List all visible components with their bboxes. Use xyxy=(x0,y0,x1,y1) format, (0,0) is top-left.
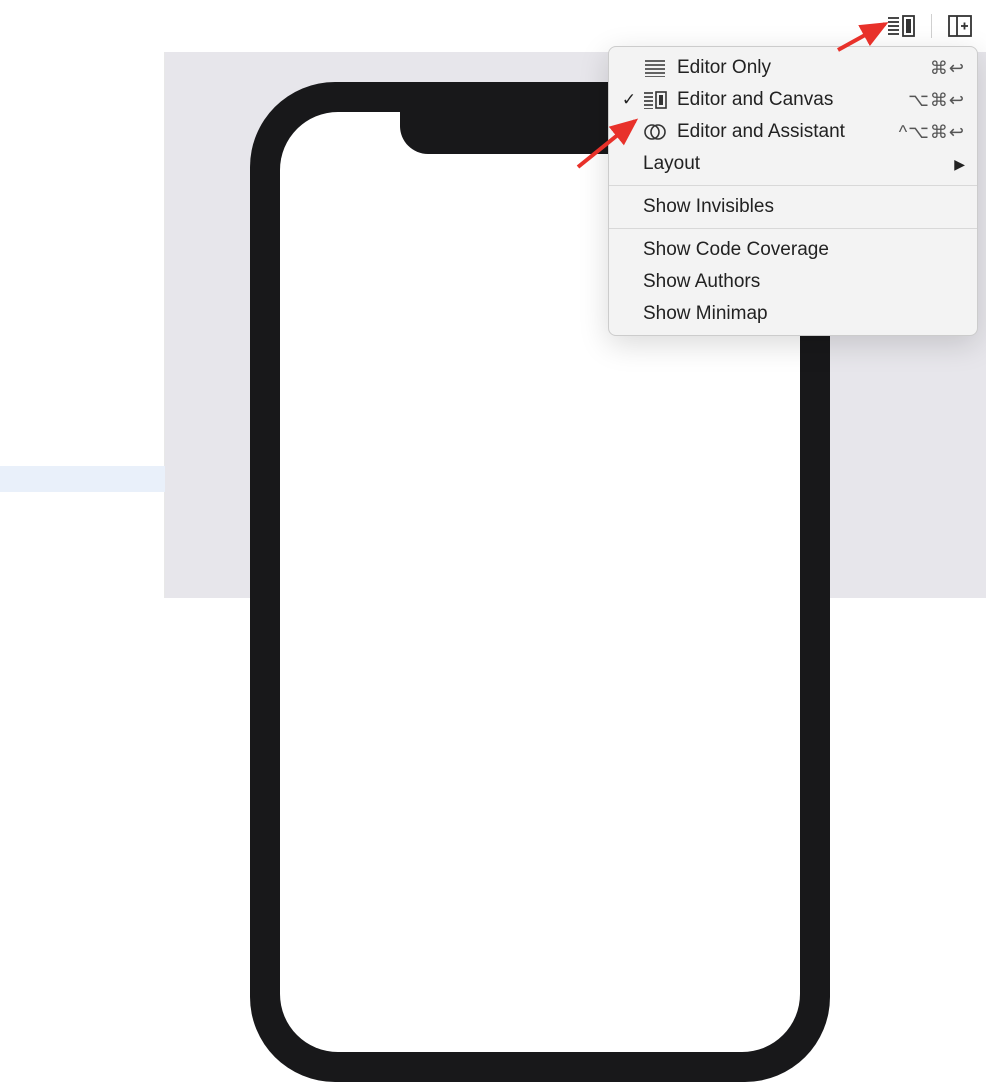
editor-canvas-icon xyxy=(639,91,671,109)
left-panel xyxy=(0,52,165,598)
editor-canvas-icon xyxy=(887,15,915,37)
toolbar-divider xyxy=(931,14,932,38)
menu-item-editor-only[interactable]: Editor Only ⌘↩ xyxy=(609,52,977,84)
menu-item-show-authors[interactable]: Show Authors xyxy=(609,266,977,298)
editor-options-menu: Editor Only ⌘↩ ✓ Editor and Canvas ⌥⌘↩ xyxy=(608,46,978,336)
lines-icon xyxy=(639,59,671,77)
menu-label: Editor and Canvas xyxy=(671,89,908,111)
menu-item-editor-and-canvas[interactable]: ✓ Editor and Canvas ⌥⌘↩ xyxy=(609,84,977,116)
menu-label: Editor and Assistant xyxy=(671,121,899,143)
menu-label: Layout xyxy=(643,153,948,175)
menu-separator xyxy=(609,185,977,186)
menu-label: Show Minimap xyxy=(639,303,965,325)
editor-toolbar xyxy=(883,0,986,52)
add-editor-button[interactable] xyxy=(944,11,976,41)
menu-item-layout[interactable]: Layout ▶ xyxy=(609,148,977,180)
menu-label: Editor Only xyxy=(671,57,930,79)
left-panel-selected-row[interactable] xyxy=(0,466,165,492)
menu-item-show-minimap[interactable]: Show Minimap xyxy=(609,298,977,330)
menu-label: Show Code Coverage xyxy=(639,239,965,261)
menu-item-show-invisibles[interactable]: Show Invisibles xyxy=(609,191,977,223)
submenu-arrow-icon: ▶ xyxy=(948,156,965,173)
menu-label: Show Invisibles xyxy=(639,196,965,218)
add-editor-icon xyxy=(948,15,972,37)
menu-item-editor-and-assistant[interactable]: Editor and Assistant ^⌥⌘↩ xyxy=(609,116,977,148)
menu-shortcut: ^⌥⌘↩ xyxy=(899,122,965,143)
menu-shortcut: ⌥⌘↩ xyxy=(908,90,965,111)
menu-separator xyxy=(609,228,977,229)
check-icon: ✓ xyxy=(619,90,639,110)
editor-options-button[interactable] xyxy=(883,11,919,41)
menu-item-show-code-coverage[interactable]: Show Code Coverage xyxy=(609,234,977,266)
circles-icon xyxy=(639,123,671,141)
menu-label: Show Authors xyxy=(639,271,965,293)
menu-shortcut: ⌘↩ xyxy=(930,58,965,79)
